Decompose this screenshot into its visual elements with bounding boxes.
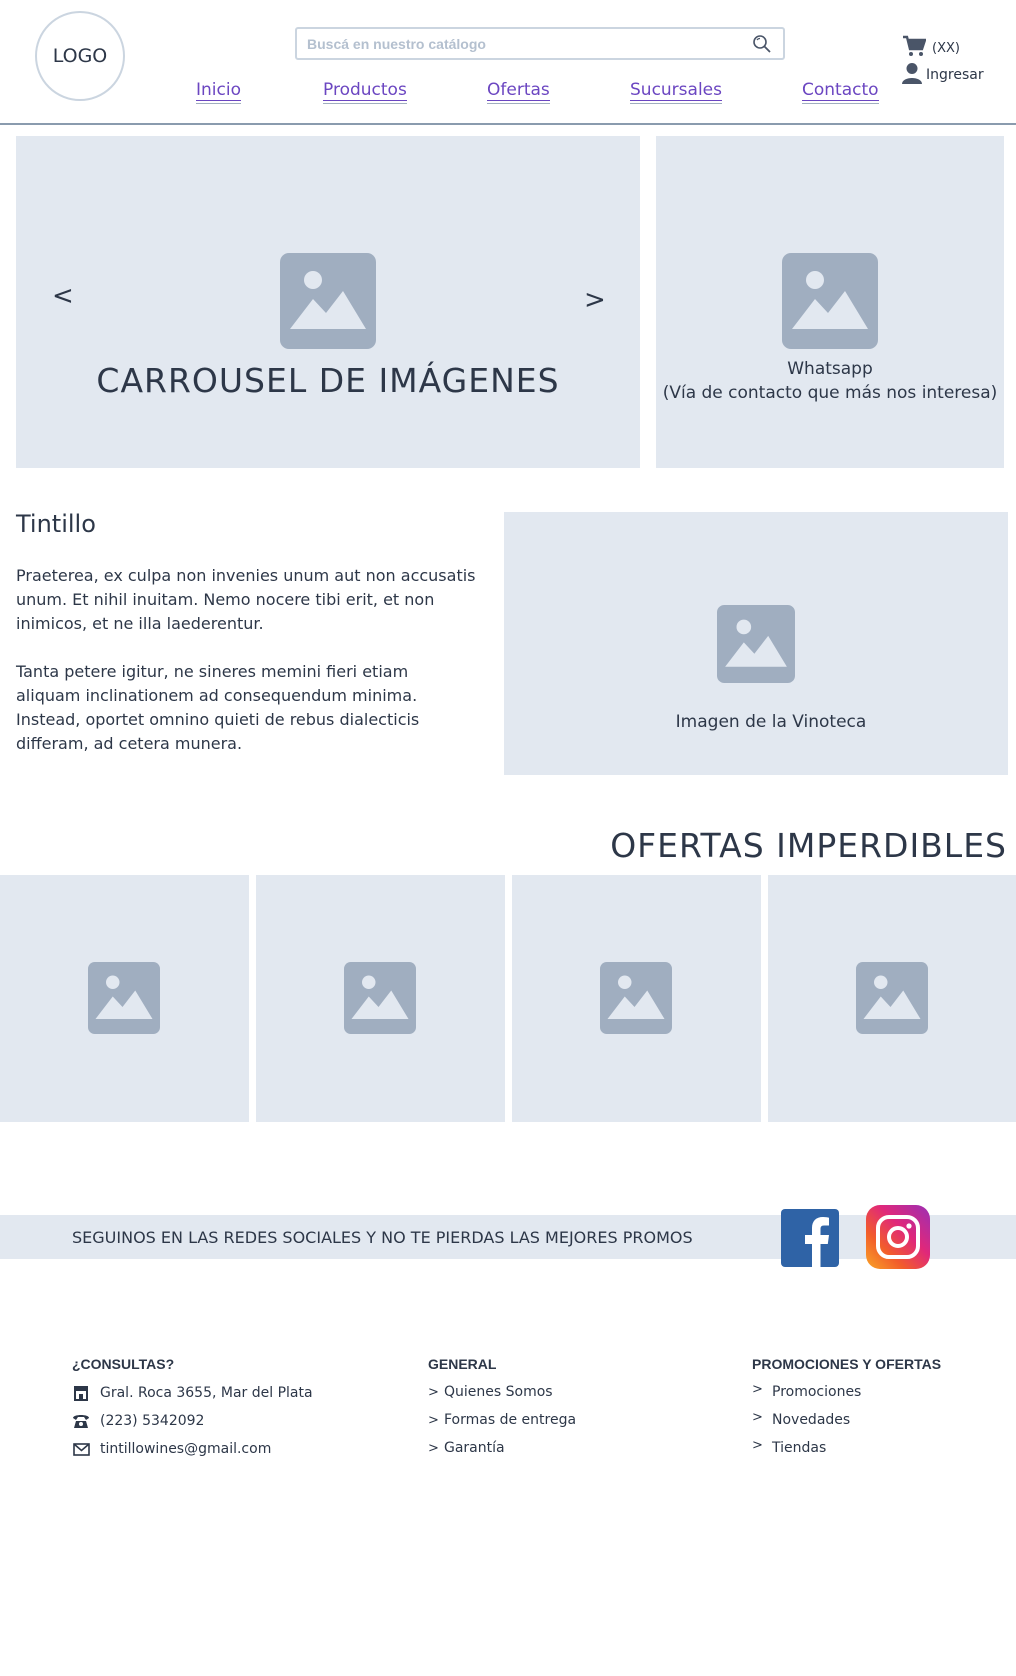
login-link[interactable]: Ingresar [902,62,984,88]
instagram-icon[interactable] [866,1205,930,1269]
footer-link-label[interactable]: Formas de entrega [444,1412,576,1428]
nav-productos[interactable]: Productos [323,80,407,104]
facebook-icon[interactable] [781,1209,839,1267]
offer-card[interactable] [0,875,249,1122]
logo[interactable]: LOGO [35,11,125,101]
mail-icon [72,1440,90,1458]
image-placeholder-icon [782,253,878,349]
footer-link-formas-de-entrega[interactable]: > Formas de entrega [428,1412,576,1428]
chevron-right-icon: > [428,1412,439,1428]
footer-link-label[interactable]: Tiendas [772,1440,826,1456]
footer-link-garantia[interactable]: > Garantía [428,1440,505,1456]
image-placeholder-icon [280,253,376,349]
chevron-right-icon: > [752,1409,763,1425]
nav-ofertas[interactable]: Ofertas [487,80,550,104]
phone-text[interactable]: (223) 5342092 [100,1413,204,1429]
offers-title: OFERTAS IMPERDIBLES [610,826,1007,865]
offer-card[interactable] [768,875,1016,1122]
footer-phone[interactable]: (223) 5342092 [72,1412,204,1430]
cart[interactable]: (XX) [902,35,960,61]
search-box[interactable]: Buscá en nuestro catálogo [295,27,785,60]
carousel-title: CARROUSEL DE IMÁGENES [96,361,560,400]
image-placeholder-icon [88,962,160,1034]
email-text[interactable]: tintillowines@gmail.com [100,1441,271,1457]
footer-link-novedades[interactable]: > Novedades [752,1409,850,1429]
footer-link-label[interactable]: Novedades [772,1412,850,1428]
footer-contact-title: ¿CONSULTAS? [72,1356,175,1372]
nav-sucursales[interactable]: Sucursales [630,80,722,104]
cart-icon[interactable] [902,35,927,61]
about-paragraph-1: Praeterea, ex culpa non invenies unum au… [16,566,476,633]
footer-link-quienes-somos[interactable]: > Quienes Somos [428,1384,553,1400]
image-carousel[interactable]: < > CARROUSEL DE IMÁGENES [16,136,640,468]
footer-link-tiendas[interactable]: > Tiendas [752,1437,826,1457]
footer-address: Gral. Roca 3655, Mar del Plata [72,1384,313,1402]
store-icon [72,1384,90,1402]
nav-contacto[interactable]: Contacto [802,80,879,104]
footer-email[interactable]: tintillowines@gmail.com [72,1440,271,1458]
login-label[interactable]: Ingresar [926,67,984,83]
whatsapp-panel[interactable]: Whatsapp (Vía de contacto que más nos in… [656,136,1004,468]
chevron-right-icon: > [752,1437,763,1453]
header-divider [0,123,1016,125]
offer-card[interactable] [512,875,761,1122]
address-text: Gral. Roca 3655, Mar del Plata [100,1385,313,1401]
carousel-next-button[interactable]: > [584,285,606,315]
about-title: Tintillo [16,510,96,538]
vinoteca-caption: Imagen de la Vinoteca [675,712,867,732]
footer-promo-title: PROMOCIONES Y OFERTAS [752,1356,942,1372]
nav-inicio[interactable]: Inicio [196,80,241,104]
phone-icon [72,1412,90,1430]
cart-count: (XX) [932,40,960,56]
user-icon [902,62,922,88]
image-placeholder-icon [856,962,928,1034]
offer-card[interactable] [256,875,505,1122]
chevron-right-icon: > [752,1381,763,1397]
footer-link-promociones[interactable]: > Promociones [752,1381,861,1401]
image-placeholder-icon [600,962,672,1034]
chevron-right-icon: > [428,1384,439,1400]
carousel-prev-button[interactable]: < [52,281,74,311]
footer-link-label[interactable]: Garantía [444,1440,505,1456]
image-placeholder-icon [344,962,416,1034]
whatsapp-title: Whatsapp [787,359,873,379]
about-paragraph-2: Tanta petere igitur, ne sineres memini f… [16,662,420,753]
footer-link-label[interactable]: Promociones [772,1384,861,1400]
chevron-right-icon: > [428,1440,439,1456]
social-text: SEGUINOS EN LAS REDES SOCIALES Y NO TE P… [72,1228,693,1247]
search-icon[interactable] [751,33,773,55]
footer-link-label[interactable]: Quienes Somos [444,1384,553,1400]
footer-general-title: GENERAL [428,1356,497,1372]
image-placeholder-icon [717,605,795,683]
whatsapp-subtitle: (Vía de contacto que más nos interesa) [662,383,998,403]
search-input[interactable]: Buscá en nuestro catálogo [307,36,751,52]
vinoteca-image: Imagen de la Vinoteca [504,512,1008,775]
